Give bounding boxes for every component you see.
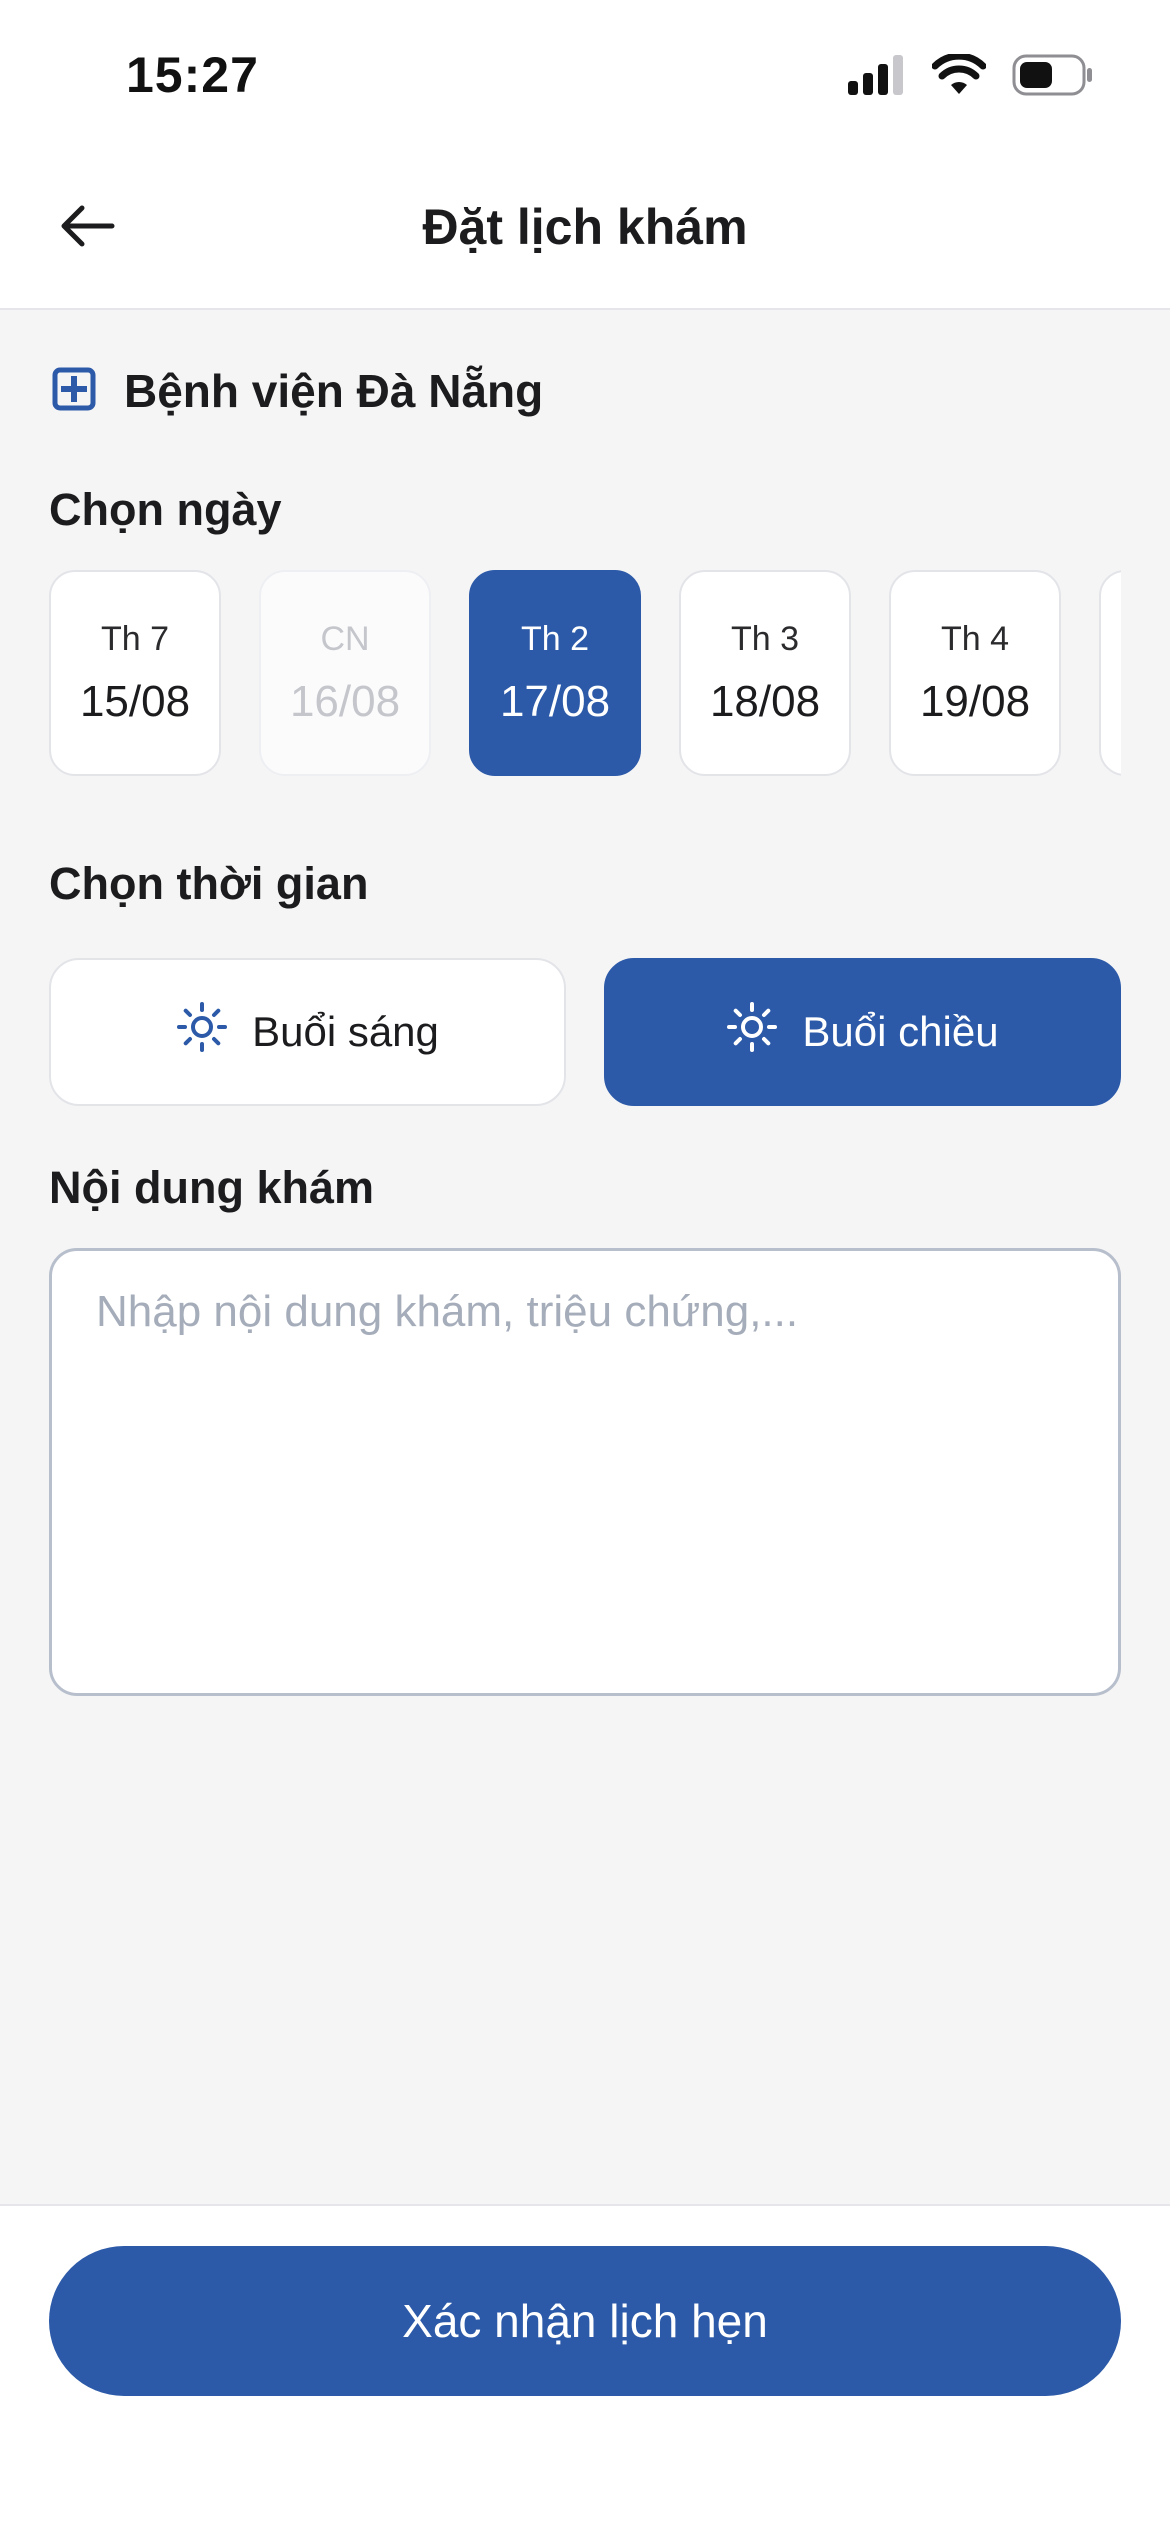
exam-content-input[interactable] — [49, 1248, 1121, 1696]
hospital-info: Bệnh viện Đà Nẵng — [52, 364, 543, 418]
date-day: CN — [320, 619, 370, 658]
date-day: Th 4 — [940, 619, 1010, 658]
time-option-label: Buổi chiều — [802, 1008, 999, 1055]
header-bar: Đặt lịch khám — [0, 150, 1170, 310]
date-option-15-08[interactable]: Th 7 15/08 — [49, 570, 221, 776]
time-picker: Buổi sáng Buổi chiều — [49, 958, 1121, 1106]
date-value: 19/08 — [919, 676, 1031, 726]
confirm-appointment-button[interactable]: Xác nhận lịch hẹn — [49, 2246, 1121, 2396]
status-icons — [848, 52, 1094, 102]
status-bar: 15:27 — [0, 0, 1170, 150]
date-value: 15/08 — [79, 676, 191, 726]
wifi-icon — [931, 52, 987, 101]
sun-icon — [176, 1001, 228, 1063]
date-value: 16/08 — [289, 676, 401, 726]
sun-icon — [726, 1001, 778, 1063]
footer-bar: Xác nhận lịch hẹn — [0, 2204, 1170, 2534]
content-section-label: Nội dung khám — [49, 1162, 374, 1213]
date-section-label: Chọn ngày — [49, 484, 282, 535]
time-option-afternoon[interactable]: Buổi chiều — [604, 958, 1121, 1106]
battery-icon — [1012, 54, 1094, 101]
date-value: 18/08 — [709, 676, 821, 726]
date-value: 17/08 — [499, 676, 611, 726]
date-option-next-partial[interactable] — [1099, 570, 1121, 776]
date-option-18-08[interactable]: Th 3 18/08 — [679, 570, 851, 776]
time-option-label: Buổi sáng — [252, 1008, 439, 1055]
status-time: 15:27 — [126, 47, 259, 103]
time-option-morning[interactable]: Buổi sáng — [49, 958, 566, 1106]
date-option-17-08[interactable]: Th 2 17/08 — [469, 570, 641, 776]
hospital-name: Bệnh viện Đà Nẵng — [124, 365, 544, 417]
date-option-19-08[interactable]: Th 4 19/08 — [889, 570, 1061, 776]
date-option-16-08: CN 16/08 — [259, 570, 431, 776]
date-day: Th 2 — [520, 619, 590, 658]
cellular-signal-icon — [848, 54, 906, 100]
date-picker: Th 7 15/08 CN 16/08 Th 2 17/08 Th 3 18/0… — [49, 570, 1121, 780]
hospital-plus-icon — [52, 367, 96, 416]
time-section-label: Chọn thời gian — [49, 858, 369, 909]
page-title: Đặt lịch khám — [422, 199, 748, 255]
date-day: Th 3 — [730, 619, 800, 658]
date-day: Th 7 — [100, 619, 170, 658]
